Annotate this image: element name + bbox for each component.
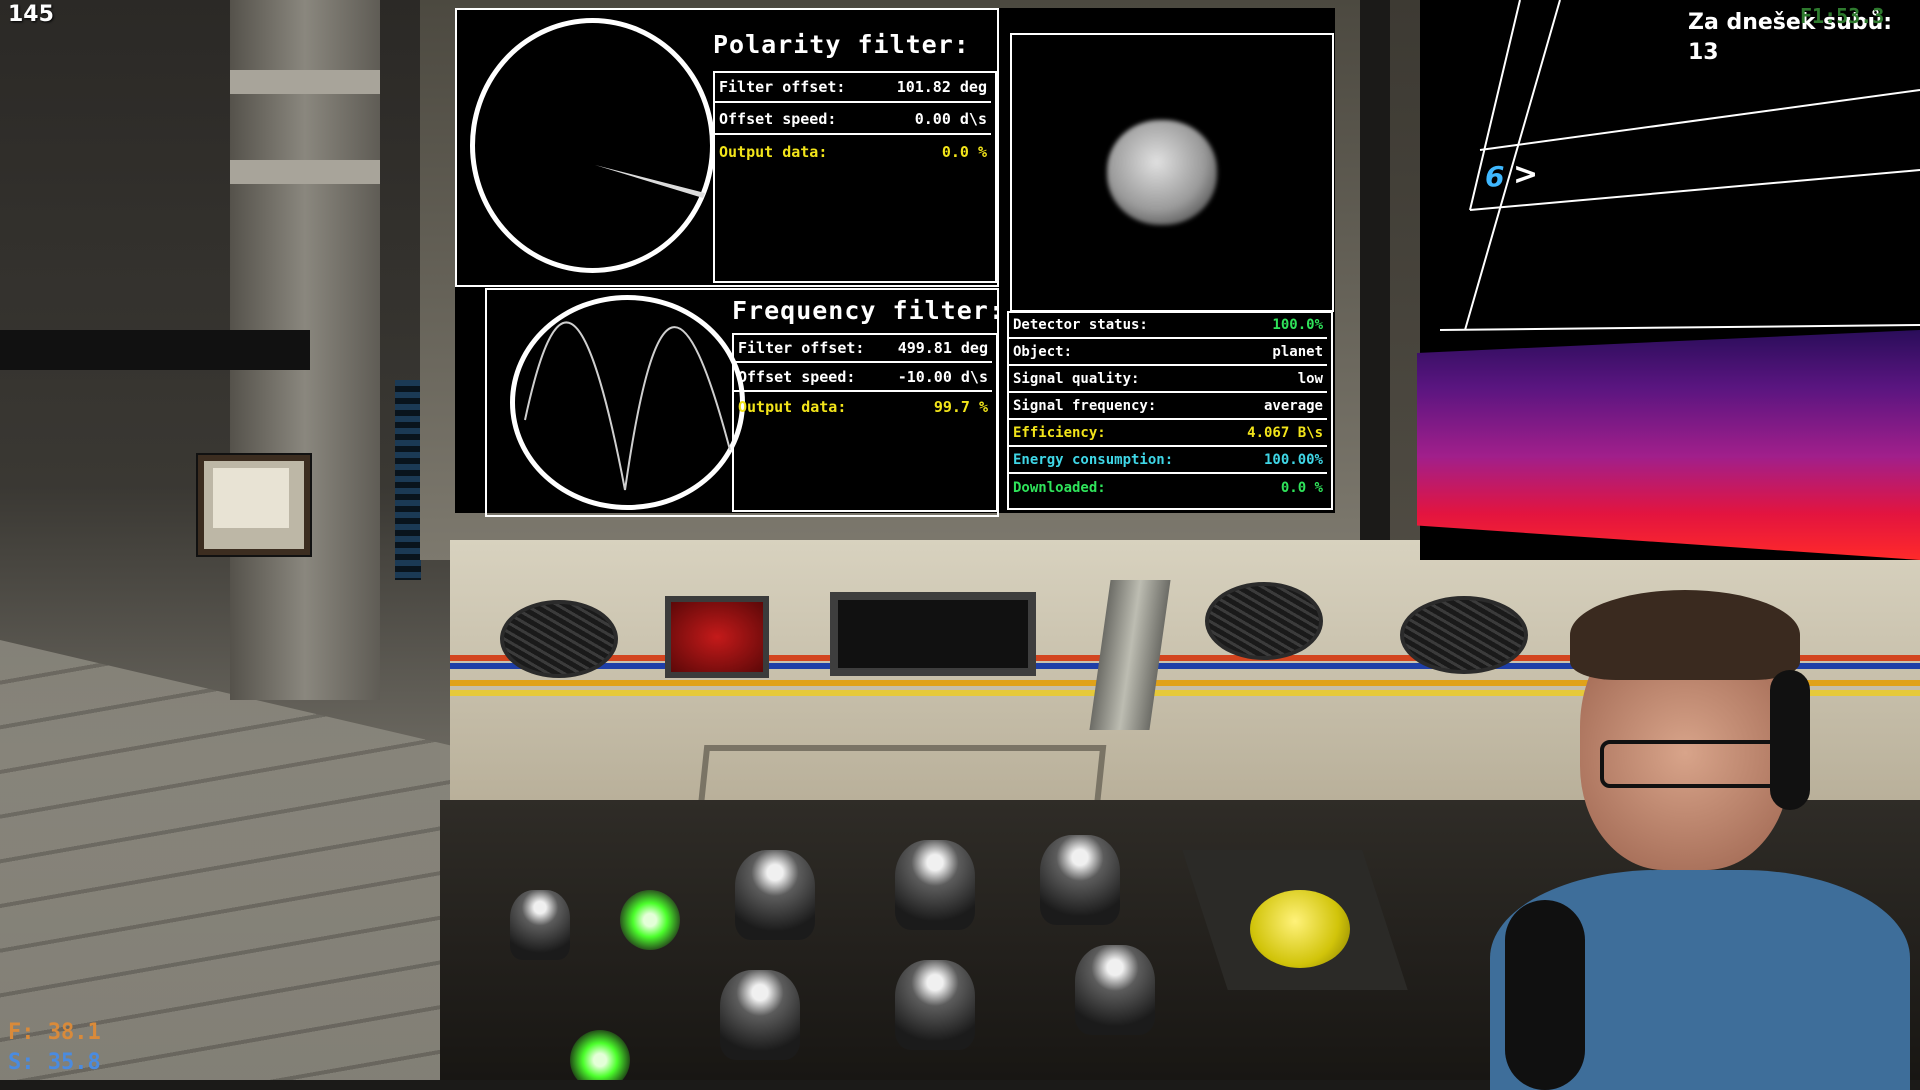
f-stat: F: 38.1 xyxy=(8,1020,101,1045)
row-value: 0.00 d\s xyxy=(914,110,987,128)
server-rack-lights xyxy=(395,380,421,580)
polarity-needle xyxy=(595,165,705,198)
polarity-filter-offset-row: Filter offset: 101.82 deg xyxy=(715,73,991,103)
spectrogram-display xyxy=(1417,330,1920,560)
row-label: Efficiency: xyxy=(1013,425,1106,441)
detector-efficiency-row: Efficiency: 4.067 B\s xyxy=(1009,421,1327,447)
frequency-waveform xyxy=(524,321,731,491)
control-knob[interactable] xyxy=(1075,945,1155,1035)
row-label: Energy consumption: xyxy=(1013,452,1174,468)
yellow-console-button[interactable] xyxy=(1250,890,1350,968)
polarity-offset-speed-row: Offset speed: 0.00 d\s xyxy=(715,105,991,135)
row-value: low xyxy=(1297,371,1323,387)
detector-status-row: Detector status: 100.0% xyxy=(1009,313,1327,339)
headphones-icon xyxy=(1770,670,1810,810)
row-label: Offset speed: xyxy=(719,110,837,128)
wall-shadow-strip xyxy=(0,330,310,370)
corner-readout: F1:53.3 xyxy=(1800,4,1885,28)
row-value: 0.0 % xyxy=(941,143,987,161)
next-arrow-icon[interactable]: > xyxy=(1513,157,1538,192)
row-label: Output data: xyxy=(719,143,828,161)
row-label: Detector status: xyxy=(1013,317,1148,333)
frequency-filter-offset-row: Filter offset: 499.81 deg xyxy=(734,335,992,363)
object-viewer xyxy=(1010,33,1334,312)
polarity-output-data-row: Output data: 0.0 % xyxy=(715,137,991,167)
row-label: Filter offset: xyxy=(719,78,846,96)
detector-energy-row: Energy consumption: 100.00% xyxy=(1009,448,1327,474)
detector-object-row: Object: planet xyxy=(1009,340,1327,366)
fps-counter: 145 xyxy=(8,2,54,27)
pillar-band xyxy=(230,70,380,94)
control-knob[interactable] xyxy=(720,970,800,1060)
control-knob[interactable] xyxy=(1040,835,1120,925)
row-value: 100.00% xyxy=(1263,452,1323,468)
detector-signal-quality-row: Signal quality: low xyxy=(1009,367,1327,393)
row-label: Object: xyxy=(1013,344,1073,360)
streamer-glasses xyxy=(1600,740,1788,788)
console-card-slot[interactable] xyxy=(830,592,1036,676)
webcam-overlay xyxy=(1470,590,1920,1090)
microphone-icon xyxy=(1505,900,1585,1090)
speaker-grille xyxy=(500,600,618,678)
detector-signal-frequency-row: Signal frequency: average xyxy=(1009,394,1327,420)
row-label: Signal frequency: xyxy=(1013,398,1157,414)
row-value: 4.067 B\s xyxy=(1247,425,1323,441)
row-value: 100.0% xyxy=(1272,317,1323,333)
planet-image xyxy=(1107,120,1217,225)
control-knob[interactable] xyxy=(895,840,975,930)
certificate-paper xyxy=(213,468,289,528)
red-console-button[interactable] xyxy=(665,596,769,678)
row-value: planet xyxy=(1272,344,1323,360)
control-knob[interactable] xyxy=(510,890,570,960)
streamer-hair xyxy=(1570,590,1800,680)
subs-count: 13 xyxy=(1688,40,1719,65)
polarity-title: Polarity filter: xyxy=(713,30,970,59)
row-value: average xyxy=(1263,398,1323,414)
speaker-grille xyxy=(1205,582,1323,660)
control-knob[interactable] xyxy=(735,850,815,940)
frequency-offset-speed-row: Offset speed: -10.00 d\s xyxy=(734,364,992,392)
main-monitor-screen: Polarity filter: Filter offset: 101.82 d… xyxy=(455,8,1335,517)
s-stat: S: 35.8 xyxy=(8,1050,101,1075)
row-value: 99.7 % xyxy=(933,398,988,416)
row-value: 499.81 deg xyxy=(897,339,988,357)
pillar-band xyxy=(230,160,380,184)
row-label: Output data: xyxy=(738,398,847,416)
frequency-title: Frequency filter: xyxy=(732,296,1005,325)
frequency-oscilloscope xyxy=(510,295,745,510)
control-knob[interactable] xyxy=(895,960,975,1050)
row-value: 101.82 deg xyxy=(896,78,987,96)
green-indicator-light xyxy=(620,890,680,950)
row-label: Filter offset: xyxy=(738,339,865,357)
row-label: Downloaded: xyxy=(1013,480,1106,496)
row-label: Offset speed: xyxy=(738,368,856,386)
row-label: Signal quality: xyxy=(1013,371,1140,387)
channel-number: 6 xyxy=(1485,160,1505,193)
polarity-oscilloscope xyxy=(470,18,715,273)
row-value: 0.0 % xyxy=(1280,480,1323,496)
frequency-output-data-row: Output data: 99.7 % xyxy=(734,393,992,421)
row-value: -10.00 d\s xyxy=(897,368,988,386)
detector-downloaded-row: Downloaded: 0.0 % xyxy=(1009,475,1327,501)
